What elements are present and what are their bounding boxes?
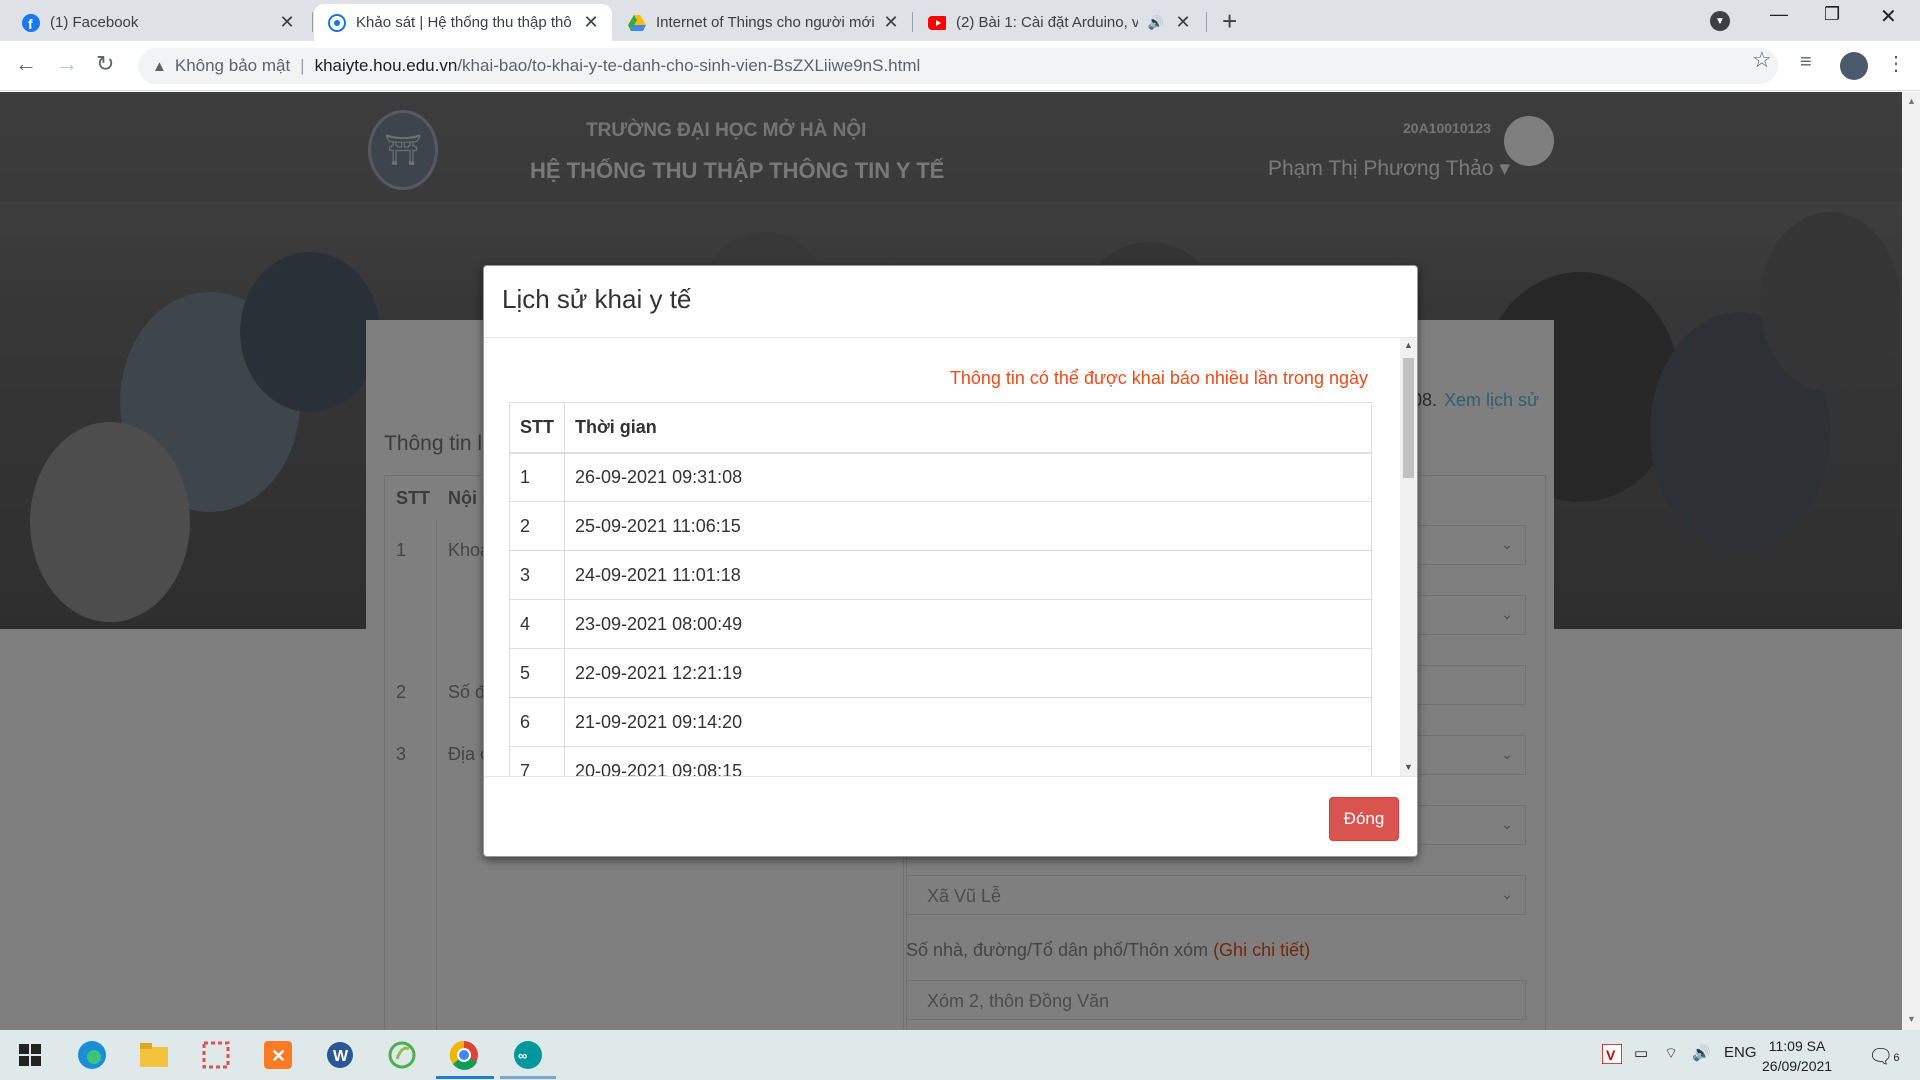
notice-text: Thông tin có thể được khai báo nhiều lần… bbox=[949, 368, 1368, 388]
close-window-button[interactable]: ✕ bbox=[1880, 4, 1897, 29]
svg-text:f: f bbox=[28, 16, 33, 32]
tab-khao-sat[interactable]: Khảo sát | Hệ thống thu thập thô ✕ bbox=[314, 4, 612, 41]
svg-text:W: W bbox=[333, 1048, 349, 1065]
history-table: STT Thời gian 1 26-09-2021 09:31:08 2 25-0… bbox=[509, 402, 1372, 776]
modal-scrollbar[interactable]: ▲ ▼ bbox=[1400, 338, 1417, 776]
word-icon[interactable]: W bbox=[324, 1039, 356, 1071]
tab-title: (1) Facebook bbox=[50, 14, 139, 31]
tab-facebook[interactable]: f (1) Facebook ✕ bbox=[8, 4, 308, 41]
close-tab-icon[interactable]: ✕ bbox=[1174, 12, 1192, 33]
table-row: 2 25-09-2021 11:06:15 bbox=[509, 501, 1372, 551]
url-domain: khaiyte.hou.edu.vn bbox=[314, 56, 458, 75]
menu-icon[interactable]: ⋮ bbox=[1886, 51, 1906, 76]
svg-text:V: V bbox=[1606, 1047, 1616, 1063]
svg-text:✕: ✕ bbox=[271, 1046, 286, 1066]
modal-title: Lịch sử khai y tế bbox=[502, 284, 692, 314]
new-tab-button[interactable]: + bbox=[1222, 6, 1237, 37]
address-bar[interactable]: ▲ Không bảo mật | khaiyte.hou.edu.vn /kh… bbox=[138, 48, 1778, 84]
table-row: 4 23-09-2021 08:00:49 bbox=[509, 599, 1372, 649]
volume-icon[interactable]: 🔊 bbox=[1692, 1044, 1711, 1062]
table-row: 7 20-09-2021 09:08:15 bbox=[509, 746, 1372, 776]
security-label: Không bảo mật bbox=[174, 56, 291, 75]
forward-button[interactable]: → bbox=[56, 51, 78, 77]
modal-body[interactable]: Thông tin có thể được khai báo nhiều lần… bbox=[484, 338, 1400, 776]
col-time: Thời gian bbox=[564, 402, 1372, 454]
windows-start-icon[interactable] bbox=[14, 1039, 46, 1071]
close-tab-icon[interactable]: ✕ bbox=[582, 12, 600, 33]
youtube-icon bbox=[928, 14, 946, 32]
reload-button[interactable]: ↻ bbox=[96, 51, 114, 77]
browser-toolbar: ← → ↻ ▲ Không bảo mật | khaiyte.hou.edu.… bbox=[0, 41, 1920, 91]
close-tab-icon[interactable]: ✕ bbox=[278, 12, 296, 33]
history-modal: Lịch sử khai y tế Thông tin có thể được … bbox=[483, 265, 1418, 857]
antivirus-tray-icon[interactable]: V bbox=[1601, 1043, 1623, 1068]
tab-title: (2) Bài 1: Cài đặt Arduino, việ bbox=[956, 14, 1138, 31]
snipping-tool-icon[interactable] bbox=[200, 1039, 232, 1071]
tab-youtube[interactable]: (2) Bài 1: Cài đặt Arduino, việ 🔊 ✕ bbox=[914, 4, 1204, 41]
table-row: 3 24-09-2021 11:01:18 bbox=[509, 550, 1372, 600]
table-row: 6 21-09-2021 09:14:20 bbox=[509, 697, 1372, 747]
bookmark-star-icon[interactable]: ☆ bbox=[1752, 47, 1772, 73]
wifi-icon[interactable]: ⌔ bbox=[1664, 1044, 1678, 1063]
battery-icon[interactable]: ▭ bbox=[1634, 1044, 1648, 1062]
tab-title: Khảo sát | Hệ thống thu thập thô bbox=[356, 14, 572, 31]
close-tab-icon[interactable]: ✕ bbox=[882, 12, 900, 33]
back-button[interactable]: ← bbox=[15, 51, 37, 77]
url-path: /khai-bao/to-khai-y-te-danh-cho-sinh-vie… bbox=[457, 56, 921, 75]
svg-text:∞: ∞ bbox=[518, 1048, 527, 1063]
windows-taskbar: ✕ W ∞ V ▭ ⌔ 🔊 ENG 11:09 SA 26/09/2021 🗨6 bbox=[0, 1030, 1920, 1080]
page-scrollbar[interactable]: ▲ ▼ bbox=[1902, 92, 1920, 1030]
reading-list-icon[interactable]: ≡ bbox=[1800, 51, 1812, 74]
chrome-icon[interactable] bbox=[448, 1039, 480, 1071]
minimize-button[interactable]: — bbox=[1770, 4, 1788, 25]
table-row: 5 22-09-2021 12:21:19 bbox=[509, 648, 1372, 698]
google-drive-icon bbox=[628, 14, 646, 32]
language-indicator[interactable]: ENG bbox=[1724, 1044, 1757, 1061]
edge-icon[interactable] bbox=[76, 1039, 108, 1071]
close-button[interactable]: Đóng bbox=[1329, 797, 1399, 841]
profile-avatar[interactable] bbox=[1840, 52, 1868, 80]
tab-strip: f (1) Facebook ✕ Khảo sát | Hệ thống thu… bbox=[0, 0, 1920, 41]
col-stt: STT bbox=[509, 402, 565, 454]
speaker-icon[interactable]: 🔊 bbox=[1148, 15, 1164, 31]
tab-search-icon[interactable]: ▼ bbox=[1710, 11, 1730, 31]
table-row: 1 26-09-2021 09:31:08 bbox=[509, 452, 1372, 502]
warning-icon: ▲ bbox=[152, 57, 167, 75]
app-leaf-icon[interactable] bbox=[386, 1039, 418, 1071]
tab-title: Internet of Things cho người mới bbox=[656, 14, 875, 31]
notification-icon[interactable]: 🗨6 bbox=[1868, 1044, 1900, 1069]
file-explorer-icon[interactable] bbox=[138, 1039, 170, 1071]
site-icon bbox=[328, 13, 346, 32]
xampp-icon[interactable]: ✕ bbox=[262, 1039, 294, 1071]
arduino-icon[interactable]: ∞ bbox=[512, 1039, 544, 1071]
facebook-icon: f bbox=[22, 13, 40, 32]
tab-iot[interactable]: Internet of Things cho người mới ✕ bbox=[614, 4, 912, 41]
clock[interactable]: 11:09 SA 26/09/2021 bbox=[1762, 1036, 1832, 1076]
restore-button[interactable]: ❐ bbox=[1824, 4, 1840, 25]
scroll-thumb[interactable] bbox=[1403, 358, 1414, 478]
